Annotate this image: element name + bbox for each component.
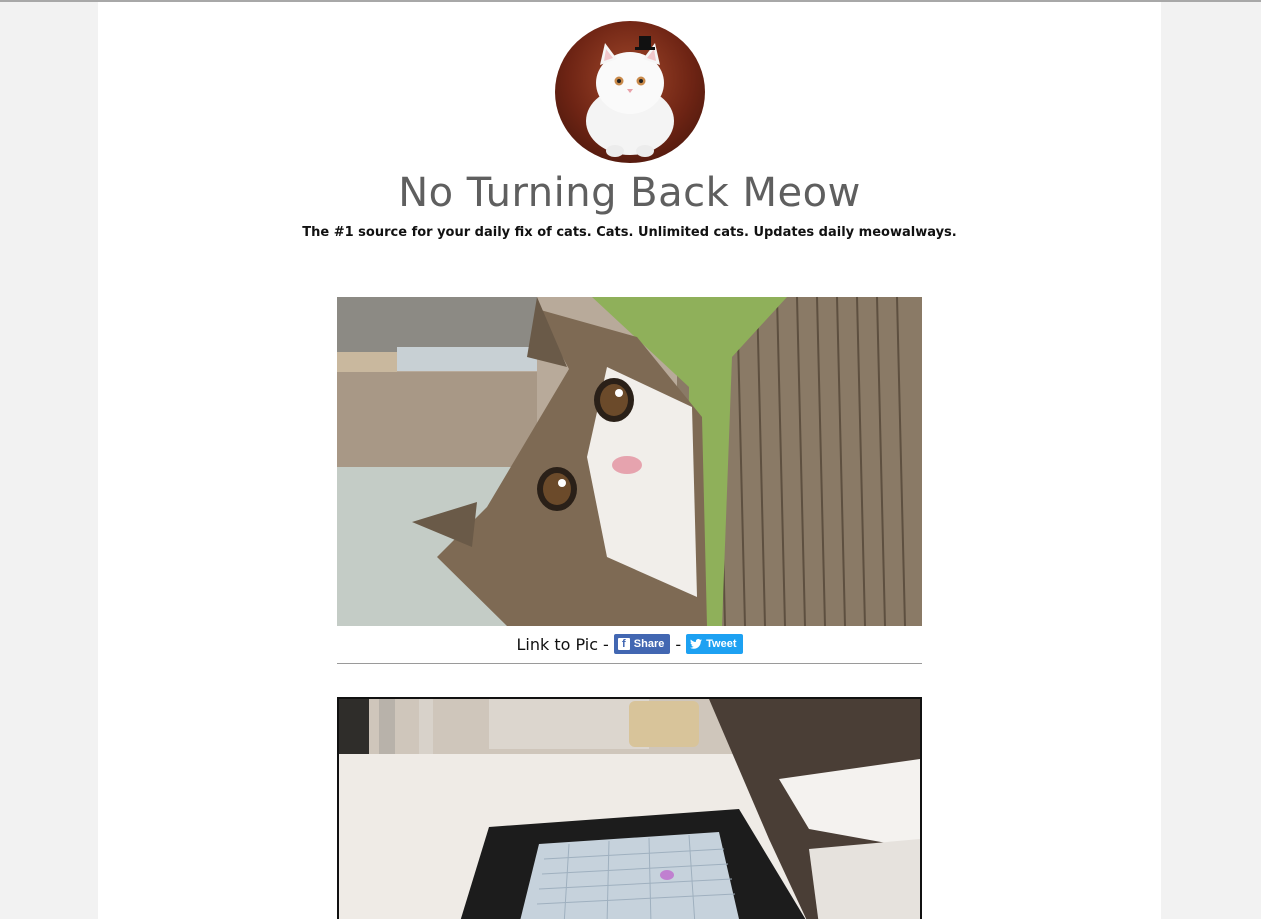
separator: - [675, 634, 682, 654]
tweet-button[interactable]: Tweet [686, 634, 743, 654]
cat-tablet-photo [339, 699, 920, 919]
cat-peeking-photo [337, 297, 922, 626]
twitter-bird-icon [690, 639, 703, 649]
kitten-with-hat-image [586, 36, 674, 157]
site-tagline: The #1 source for your daily fix of cats… [302, 225, 957, 240]
cat-post: Link to Pic - f Share - Tweet [337, 297, 922, 664]
facebook-icon: f [617, 638, 630, 650]
cat-post [337, 697, 922, 919]
site-title: No Turning Back Meow [398, 170, 861, 216]
facebook-share-button[interactable]: f Share [613, 634, 671, 654]
cat-gif-image[interactable] [337, 297, 922, 626]
share-label: Share [633, 638, 665, 650]
site-avatar[interactable] [555, 21, 705, 163]
page-container: No Turning Back Meow The #1 source for y… [98, 2, 1161, 919]
post-divider [337, 663, 922, 664]
post-link-row: Link to Pic - f Share - Tweet [337, 626, 922, 662]
tweet-label: Tweet [706, 638, 737, 650]
link-to-pic[interactable]: Link to Pic [516, 635, 598, 654]
separator: - [603, 634, 609, 654]
cat-gif-image[interactable] [337, 697, 922, 919]
